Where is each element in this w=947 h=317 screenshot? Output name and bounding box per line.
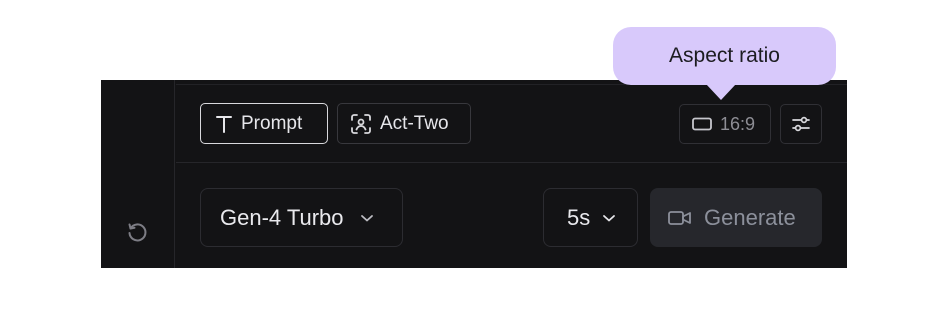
chevron-down-icon [603,214,616,221]
aspect-ratio-value: 16:9 [720,113,756,134]
tooltip-arrow [706,84,736,100]
face-scan-icon [351,113,371,134]
rectangle-icon [692,117,712,131]
text-t-icon [216,115,232,133]
mode-act-two-label: Act-Two [380,112,449,134]
chevron-down-icon [360,214,373,221]
model-select-label: Gen-4 Turbo [220,204,344,230]
aspect-ratio-button[interactable]: 16:9 [679,104,771,144]
tooltip-text: Aspect ratio [669,44,780,67]
generation-panel: Prompt Act-Two 16:9 Gen-4 Turbo 5s Gener… [101,80,847,268]
generate-button-label: Generate [704,204,796,230]
section-divider [176,162,847,163]
video-camera-icon [668,210,691,225]
aspect-ratio-tooltip: Aspect ratio [613,27,836,85]
settings-button[interactable] [780,104,822,144]
mode-prompt-label: Prompt [241,112,303,134]
generate-button[interactable]: Generate [650,188,822,247]
mode-prompt-tab[interactable]: Prompt [200,103,328,144]
model-select[interactable]: Gen-4 Turbo [200,188,403,247]
sliders-icon [792,116,810,132]
duration-select-label: 5s [567,204,591,230]
left-rail [101,80,175,268]
mode-act-two-tab[interactable]: Act-Two [337,103,471,144]
reset-icon[interactable] [125,220,149,244]
duration-select[interactable]: 5s [543,188,638,247]
